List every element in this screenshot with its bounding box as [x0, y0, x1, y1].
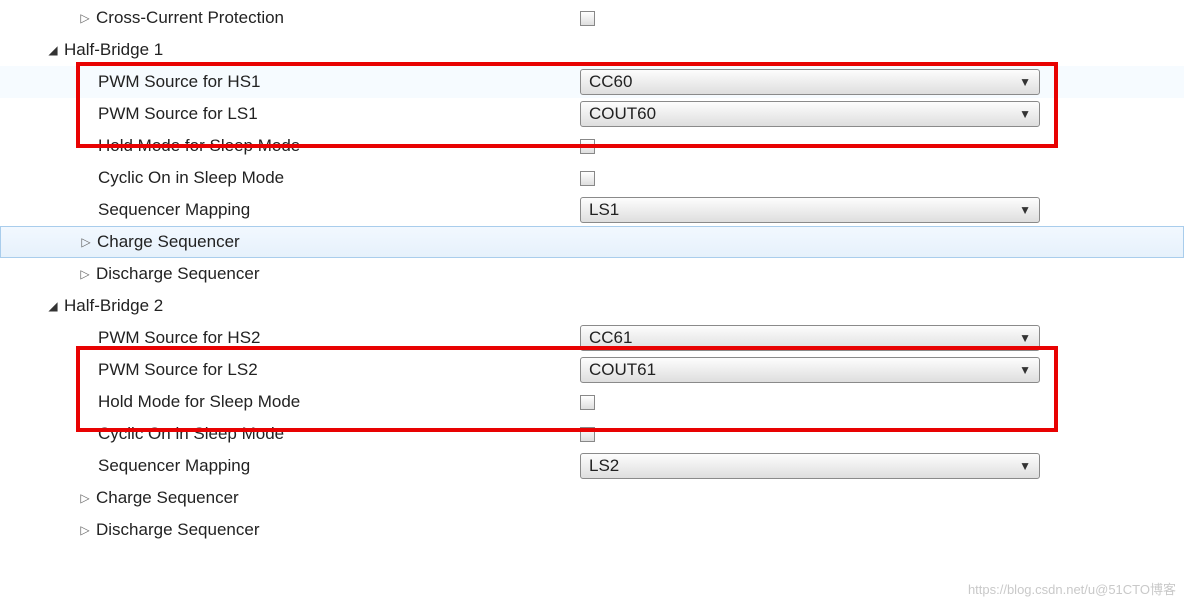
chevron-down-icon: ▼ [1019, 331, 1031, 345]
row-label: Hold Mode for Sleep Mode [98, 136, 300, 156]
tree-row-hb2-cyclic[interactable]: Cyclic On in Sleep Mode [0, 418, 1184, 450]
tree-row-cross-current[interactable]: ▷ Cross-Current Protection [0, 2, 1184, 34]
dropdown-hb1-seqmap[interactable]: LS1 ▼ [580, 197, 1040, 223]
expand-icon[interactable]: ▷ [79, 235, 93, 249]
checkbox[interactable] [580, 395, 595, 410]
chevron-down-icon: ▼ [1019, 363, 1031, 377]
checkbox[interactable] [580, 139, 595, 154]
expand-icon[interactable]: ▷ [78, 11, 92, 25]
dropdown-value: LS2 [589, 456, 619, 476]
row-label: Half-Bridge 1 [64, 40, 163, 60]
tree-row-hb1-discharge-seq[interactable]: ▷ Discharge Sequencer [0, 258, 1184, 290]
row-label: Sequencer Mapping [98, 456, 250, 476]
watermark: https://blog.csdn.net/u@51CTO博客 [968, 579, 1176, 598]
dropdown-hb2-seqmap[interactable]: LS2 ▼ [580, 453, 1040, 479]
row-label: Half-Bridge 2 [64, 296, 163, 316]
chevron-down-icon: ▼ [1019, 459, 1031, 473]
tree-row-hb1-cyclic[interactable]: Cyclic On in Sleep Mode [0, 162, 1184, 194]
chevron-down-icon: ▼ [1019, 203, 1031, 217]
tree-row-hb1-pwm-ls1[interactable]: PWM Source for LS1 COUT60 ▼ [0, 98, 1184, 130]
dropdown-hb1-ls[interactable]: COUT60 ▼ [580, 101, 1040, 127]
checkbox[interactable] [580, 11, 595, 26]
tree-row-hb1-hold-mode[interactable]: Hold Mode for Sleep Mode [0, 130, 1184, 162]
row-label: Sequencer Mapping [98, 200, 250, 220]
row-label: Charge Sequencer [96, 488, 239, 508]
dropdown-value: CC61 [589, 328, 632, 348]
row-label: Hold Mode for Sleep Mode [98, 392, 300, 412]
dropdown-hb1-hs[interactable]: CC60 ▼ [580, 69, 1040, 95]
tree-row-hb2-charge-seq[interactable]: ▷ Charge Sequencer [0, 482, 1184, 514]
tree-row-hb1-charge-seq[interactable]: ▷ Charge Sequencer [0, 226, 1184, 258]
row-label: Charge Sequencer [97, 232, 240, 252]
dropdown-hb2-hs[interactable]: CC61 ▼ [580, 325, 1040, 351]
row-label: Discharge Sequencer [96, 520, 259, 540]
row-label: PWM Source for HS1 [98, 72, 261, 92]
row-label: Cyclic On in Sleep Mode [98, 424, 284, 444]
checkbox[interactable] [580, 427, 595, 442]
expand-icon[interactable]: ▷ [78, 523, 92, 537]
dropdown-value: COUT60 [589, 104, 656, 124]
tree-row-hb2-pwm-ls2[interactable]: PWM Source for LS2 COUT61 ▼ [0, 354, 1184, 386]
dropdown-value: CC60 [589, 72, 632, 92]
row-label: PWM Source for LS2 [98, 360, 258, 380]
collapse-icon[interactable]: ◢ [46, 43, 60, 57]
expand-icon[interactable]: ▷ [78, 491, 92, 505]
collapse-icon[interactable]: ◢ [46, 299, 60, 313]
row-label: Cross-Current Protection [96, 8, 284, 28]
tree-row-hb2-seq-mapping[interactable]: Sequencer Mapping LS2 ▼ [0, 450, 1184, 482]
chevron-down-icon: ▼ [1019, 107, 1031, 121]
tree-row-hb2-discharge-seq[interactable]: ▷ Discharge Sequencer [0, 514, 1184, 546]
expand-icon[interactable]: ▷ [78, 267, 92, 281]
row-label: Discharge Sequencer [96, 264, 259, 284]
dropdown-hb2-ls[interactable]: COUT61 ▼ [580, 357, 1040, 383]
config-tree: ▷ Cross-Current Protection ◢ Half-Bridge… [0, 0, 1184, 548]
tree-row-half-bridge-2[interactable]: ◢ Half-Bridge 2 [0, 290, 1184, 322]
chevron-down-icon: ▼ [1019, 75, 1031, 89]
tree-row-hb2-hold-mode[interactable]: Hold Mode for Sleep Mode [0, 386, 1184, 418]
row-label: Cyclic On in Sleep Mode [98, 168, 284, 188]
row-label: PWM Source for LS1 [98, 104, 258, 124]
dropdown-value: COUT61 [589, 360, 656, 380]
checkbox[interactable] [580, 171, 595, 186]
tree-row-hb1-pwm-hs1[interactable]: PWM Source for HS1 CC60 ▼ [0, 66, 1184, 98]
tree-row-hb1-seq-mapping[interactable]: Sequencer Mapping LS1 ▼ [0, 194, 1184, 226]
tree-row-hb2-pwm-hs2[interactable]: PWM Source for HS2 CC61 ▼ [0, 322, 1184, 354]
dropdown-value: LS1 [589, 200, 619, 220]
row-label: PWM Source for HS2 [98, 328, 261, 348]
tree-row-half-bridge-1[interactable]: ◢ Half-Bridge 1 [0, 34, 1184, 66]
